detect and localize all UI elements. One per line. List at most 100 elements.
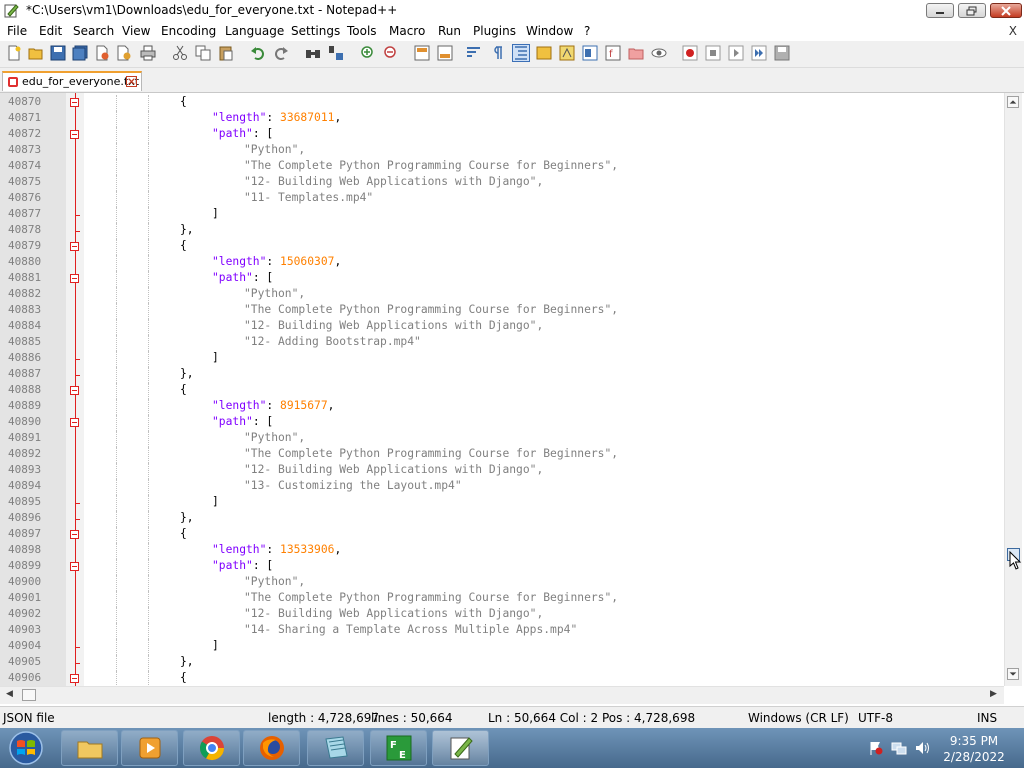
json-key: "length" <box>212 399 267 412</box>
code-line: "13- Customizing the Layout.mp4" <box>244 479 462 492</box>
scroll-down-arrow-icon[interactable] <box>1007 668 1019 680</box>
fold-toggle-icon[interactable] <box>70 130 79 139</box>
fold-toggle-icon[interactable] <box>70 674 79 683</box>
tab-close-icon[interactable] <box>126 76 137 87</box>
zoom-out-icon[interactable] <box>383 45 399 61</box>
scroll-up-arrow-icon[interactable] <box>1007 96 1019 108</box>
taskbar-chrome[interactable] <box>183 730 240 766</box>
json-string: "The Complete Python Programming Course … <box>244 159 619 172</box>
json-bracket: ] <box>212 639 219 652</box>
monitoring-icon[interactable] <box>651 45 667 61</box>
find-icon[interactable] <box>305 45 321 61</box>
scroll-right-arrow-icon[interactable]: ▶ <box>990 689 997 699</box>
redo-icon[interactable] <box>273 45 289 61</box>
menu-macro[interactable]: Macro <box>389 24 425 38</box>
undo-icon[interactable] <box>250 45 266 61</box>
replace-icon[interactable] <box>328 45 344 61</box>
print-icon[interactable] <box>140 45 156 61</box>
close-file-icon[interactable] <box>94 45 110 61</box>
json-bracket: [ <box>266 271 274 284</box>
menu-window[interactable]: Window <box>526 24 573 38</box>
zoom-in-icon[interactable] <box>360 45 376 61</box>
indent-guide <box>148 671 149 687</box>
playback-macro-icon[interactable] <box>728 45 744 61</box>
show-all-characters-icon[interactable] <box>489 45 505 61</box>
taskbar-notepadpp[interactable] <box>432 730 489 766</box>
notepadpp-app-icon <box>4 4 19 18</box>
horizontal-scrollbar[interactable]: ◀ ▶ <box>0 686 1004 704</box>
indent-guide <box>116 175 117 191</box>
fold-toggle-icon[interactable] <box>70 530 79 539</box>
menu-view[interactable]: View <box>122 24 150 38</box>
scroll-left-arrow-icon[interactable]: ◀ <box>6 689 13 699</box>
menu-plugins[interactable]: Plugins <box>473 24 516 38</box>
close-document-button[interactable]: X <box>1009 24 1017 38</box>
editor-area[interactable]: 40870 {40871 "length": 33687011, 40872 "path… <box>0 93 1024 687</box>
tab-edu-for-everyone[interactable]: edu_for_everyone.txt <box>2 71 142 91</box>
user-defined-language-icon[interactable] <box>536 45 552 61</box>
fold-toggle-icon[interactable] <box>70 386 79 395</box>
menu-settings[interactable]: Settings <box>291 24 340 38</box>
menu-encoding[interactable]: Encoding <box>161 24 216 38</box>
menu-edit[interactable]: Edit <box>39 24 62 38</box>
copy-icon[interactable] <box>195 45 211 61</box>
json-string: "The Complete Python Programming Course … <box>244 591 619 604</box>
document-list-icon[interactable] <box>582 45 598 61</box>
close-all-icon[interactable] <box>116 45 132 61</box>
indent-guide <box>116 543 117 559</box>
taskbar-firefox[interactable] <box>243 730 300 766</box>
line-number: 40898 <box>8 543 42 556</box>
taskbar-file-explorer[interactable] <box>61 730 118 766</box>
maximize-button[interactable] <box>958 3 986 18</box>
unsaved-file-icon <box>8 77 18 87</box>
horizontal-scroll-thumb[interactable] <box>22 689 36 701</box>
vertical-scrollbar[interactable] <box>1004 93 1022 686</box>
fold-toggle-icon[interactable] <box>70 274 79 283</box>
record-macro-icon[interactable] <box>682 45 698 61</box>
menu-run[interactable]: Run <box>438 24 461 38</box>
fold-toggle-icon[interactable] <box>70 418 79 427</box>
menu-language[interactable]: Language <box>225 24 284 38</box>
function-list-icon[interactable]: f <box>605 45 621 61</box>
volume-icon[interactable] <box>914 740 930 756</box>
new-file-icon[interactable] <box>6 45 22 61</box>
folder-as-workspace-icon[interactable] <box>628 45 644 61</box>
taskbar-free-file-sync[interactable]: FE <box>370 730 427 766</box>
menu-help[interactable]: ? <box>584 24 590 38</box>
word-wrap-icon[interactable] <box>466 45 482 61</box>
sync-vertical-icon[interactable] <box>414 45 430 61</box>
save-all-icon[interactable] <box>72 45 88 61</box>
indent-guide-icon[interactable] <box>512 44 530 62</box>
network-icon[interactable] <box>890 740 908 756</box>
paste-icon[interactable] <box>218 45 234 61</box>
system-clock[interactable]: 9:35 PM 2/28/2022 <box>932 733 1016 765</box>
menu-search[interactable]: Search <box>73 24 114 38</box>
run-macro-multiple-icon[interactable] <box>751 45 767 61</box>
stop-recording-icon[interactable] <box>705 45 721 61</box>
open-file-icon[interactable] <box>28 45 44 61</box>
taskbar-media-player[interactable] <box>121 730 178 766</box>
code-line: "11- Templates.mp4" <box>244 191 373 204</box>
line-number: 40883 <box>8 303 42 316</box>
start-button-icon[interactable] <box>4 730 48 766</box>
action-center-flag-icon[interactable] <box>868 740 884 756</box>
minimize-button[interactable] <box>926 3 954 18</box>
save-icon[interactable] <box>50 45 66 61</box>
save-macro-icon[interactable] <box>774 45 790 61</box>
taskbar-notepad[interactable] <box>307 730 364 766</box>
code-line: "The Complete Python Programming Course … <box>244 159 618 172</box>
indent-guide <box>148 351 149 367</box>
menu-tools[interactable]: Tools <box>347 24 377 38</box>
sync-horizontal-icon[interactable] <box>437 45 453 61</box>
cut-icon[interactable] <box>172 45 188 61</box>
fold-toggle-icon[interactable] <box>70 98 79 107</box>
close-button[interactable] <box>990 3 1022 18</box>
indent-guide <box>148 175 149 191</box>
indent-guide <box>148 495 149 511</box>
menu-file[interactable]: File <box>7 24 27 38</box>
document-map-icon[interactable] <box>559 45 575 61</box>
fold-toggle-icon[interactable] <box>70 242 79 251</box>
indent-guide <box>148 591 149 607</box>
line-number: 40906 <box>8 671 42 684</box>
fold-toggle-icon[interactable] <box>70 562 79 571</box>
